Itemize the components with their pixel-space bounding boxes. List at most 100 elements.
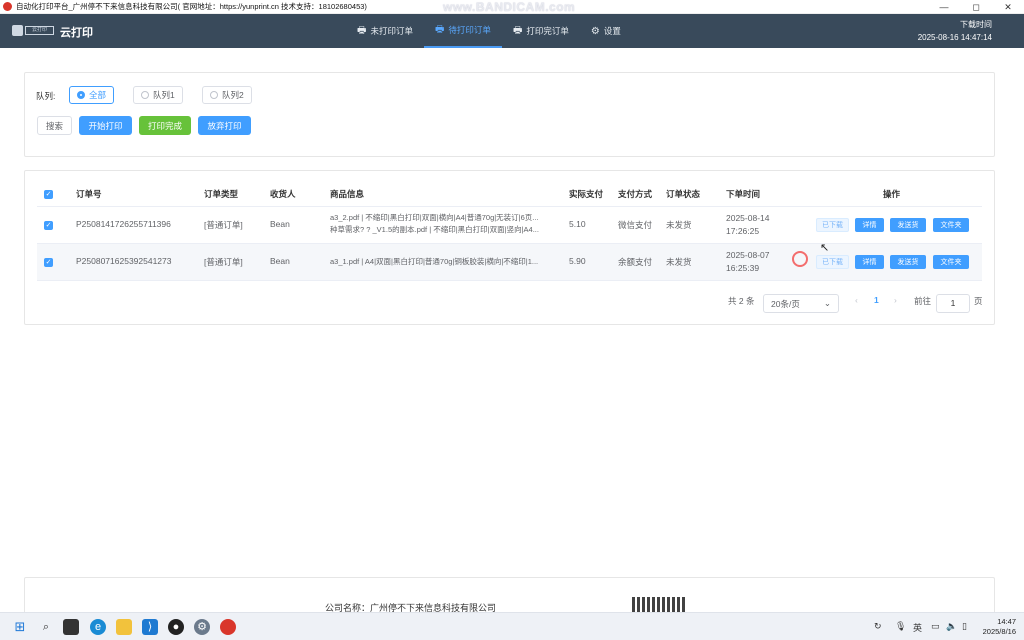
prev-page-button[interactable]: ‹ <box>855 295 858 305</box>
windows-start-icon[interactable]: ⊞ <box>12 619 28 635</box>
ship-button[interactable]: 发送货 <box>890 218 926 232</box>
start-print-button[interactable]: 开始打印 <box>79 116 132 135</box>
window-titlebar: 自动化打印平台_广州停不下来信息科技有限公司( 官网地址：https://yun… <box>0 0 1024 14</box>
minimize-button[interactable]: — <box>928 0 960 14</box>
download-time-value: 2025-08-16 14:47:14 <box>917 33 992 42</box>
ship-button[interactable]: 发送货 <box>890 255 926 269</box>
tab-pending-orders[interactable]: 🖶 待打印订单 <box>423 14 502 48</box>
next-page-button[interactable]: › <box>894 295 897 305</box>
order-type: [普通订单] <box>204 220 243 230</box>
queue-radio-2[interactable]: 队列2 <box>202 86 252 104</box>
detail-button[interactable]: 详情 <box>855 255 884 269</box>
logo-mark-icon <box>12 24 23 36</box>
row-checkbox[interactable]: ✓ <box>44 258 53 267</box>
network-icon[interactable]: ▭ <box>931 621 940 632</box>
vscode-icon[interactable]: ⟩ <box>142 619 158 635</box>
recording-watermark: www.BANDICAM.com <box>443 0 576 14</box>
page-suffix: 页 <box>974 296 983 306</box>
search-icon[interactable]: ⌕ <box>38 619 54 635</box>
qr-code-icon <box>632 597 686 613</box>
order-no: P2508141726255711396 <box>76 219 171 229</box>
microphone-icon[interactable]: 🎙 <box>895 621 906 632</box>
tab-unprinted-orders[interactable]: 🖶 未打印订单 <box>346 14 424 48</box>
paid-amount: 5.10 <box>569 219 586 229</box>
mouse-cursor-icon: ↖ <box>820 242 830 254</box>
order-no: P2508071625392541273 <box>76 256 172 266</box>
header-order-no: 订单号 <box>76 189 102 199</box>
paid-amount: 5.90 <box>569 256 586 266</box>
goods-info: a3_1.pdf | A4|双面|黑白打印|普通70g|铜板胶装|横向|不缩印|… <box>330 257 539 266</box>
window-controls: — ◻ ✕ <box>928 0 1024 14</box>
header-actions: 操作 <box>883 189 901 199</box>
refresh-icon[interactable]: ↻ <box>874 621 882 632</box>
select-all-checkbox[interactable]: ✓ <box>44 190 53 199</box>
printer-icon: 🖶 <box>512 24 523 36</box>
task-view-icon[interactable] <box>63 619 79 635</box>
tab-printed-orders[interactable]: 🖶 打印完订单 <box>502 14 580 48</box>
maximize-button[interactable]: ◻ <box>960 0 992 14</box>
downloaded-button[interactable]: 已下载 <box>816 218 849 232</box>
close-button[interactable]: ✕ <box>992 0 1024 14</box>
row-checkbox[interactable]: ✓ <box>44 221 53 230</box>
header-receiver: 收货人 <box>270 189 296 199</box>
os-taskbar: ⊞ ⌕ e ⟩ ● ⚙ ↻ 🎙 英 ▭ 🔈 ▯ 14:47 2025/8/16 <box>0 612 1024 640</box>
app-icon <box>3 2 12 11</box>
goto-page-input[interactable]: 1 <box>936 294 970 313</box>
queue-radio-all[interactable]: 全部 <box>69 86 115 104</box>
printer-icon: 🖶 <box>357 24 367 36</box>
order-status: 未发货 <box>666 257 692 267</box>
header-status: 订单状态 <box>666 189 701 199</box>
bandicam-icon[interactable]: ● <box>168 619 184 635</box>
chevron-down-icon: ⌄ <box>823 298 831 308</box>
radio-dot-icon <box>210 91 218 99</box>
pay-method: 余额支付 <box>618 257 653 267</box>
window-title: 自动化打印平台_广州停不下来信息科技有限公司( 官网地址：https://yun… <box>16 2 367 11</box>
downloaded-button[interactable]: 已下载 <box>816 255 849 269</box>
receiver: Bean <box>270 256 290 266</box>
app-header: 云打印 云打印 🖶 未打印订单 🖶 待打印订单 🖶 打印完订单 ⚙ 设置 下载时… <box>0 14 1024 48</box>
folder-button[interactable]: 文件夹 <box>933 255 969 269</box>
page-number-current[interactable]: 1 <box>874 295 879 305</box>
table-header: ✓ 订单号 订单类型 收货人 商品信息 实际支付 支付方式 订单状态 下单时间 … <box>37 183 982 207</box>
yunprint-app-icon[interactable] <box>220 619 236 635</box>
receiver: Bean <box>270 219 290 229</box>
table-row[interactable]: ✓ P2508071625392541273 [普通订单] Bean a3_1.… <box>37 244 982 281</box>
brand-title: 云打印 <box>60 27 93 39</box>
radio-dot-icon <box>77 91 85 99</box>
tab-settings[interactable]: ⚙ 设置 <box>580 14 632 48</box>
download-time: 下载时间 2025-08-16 14:47:14 <box>918 18 992 44</box>
header-paid: 实际支付 <box>569 189 604 199</box>
printer-icon: 🖶 <box>434 23 445 35</box>
battery-icon[interactable]: ▯ <box>962 621 967 632</box>
folder-button[interactable]: 文件夹 <box>933 218 969 232</box>
orders-table-panel: ✓ 订单号 订单类型 收货人 商品信息 实际支付 支付方式 订单状态 下单时间 … <box>24 170 995 325</box>
main-nav: 🖶 未打印订单 🖶 待打印订单 🖶 打印完订单 ⚙ 设置 <box>346 14 632 48</box>
header-pay-method: 支付方式 <box>618 189 653 199</box>
pagination-total: 共 2 条 <box>728 296 755 306</box>
radio-dot-icon <box>141 91 149 99</box>
queue-label: 队列: <box>36 91 56 101</box>
header-goods: 商品信息 <box>330 189 365 199</box>
gear-icon: ⚙ <box>590 25 600 37</box>
input-language[interactable]: 英 <box>913 621 922 634</box>
queue-radio-1[interactable]: 队列1 <box>133 86 183 104</box>
search-button[interactable]: 搜索 <box>37 116 72 135</box>
volume-icon[interactable]: 🔈 <box>946 621 957 632</box>
app-logo: 云打印 <box>12 23 54 37</box>
system-clock[interactable]: 14:47 2025/8/16 <box>983 617 1016 637</box>
filter-panel: 队列: 全部 队列1 队列2 搜索 开始打印 打印完成 放弃打印 <box>24 72 995 157</box>
abandon-print-button[interactable]: 放弃打印 <box>198 116 251 135</box>
header-order-time: 下单时间 <box>726 189 761 199</box>
order-time: 2025-08-14 17:26:25 <box>726 213 770 236</box>
detail-button[interactable]: 详情 <box>855 218 884 232</box>
order-type: [普通订单] <box>204 257 243 267</box>
edge-browser-icon[interactable]: e <box>90 619 106 635</box>
settings-gear-icon[interactable]: ⚙ <box>194 619 210 635</box>
table-row[interactable]: ✓ P2508141726255711396 [普通订单] Bean a3_2.… <box>37 207 982 244</box>
print-done-button[interactable]: 打印完成 <box>139 116 191 135</box>
order-status: 未发货 <box>666 220 692 230</box>
logo-text: 云打印 <box>25 25 54 35</box>
file-explorer-icon[interactable] <box>116 619 132 635</box>
pay-method: 微信支付 <box>618 220 653 230</box>
page-size-select[interactable]: 20条/页 ⌄ <box>763 294 839 313</box>
